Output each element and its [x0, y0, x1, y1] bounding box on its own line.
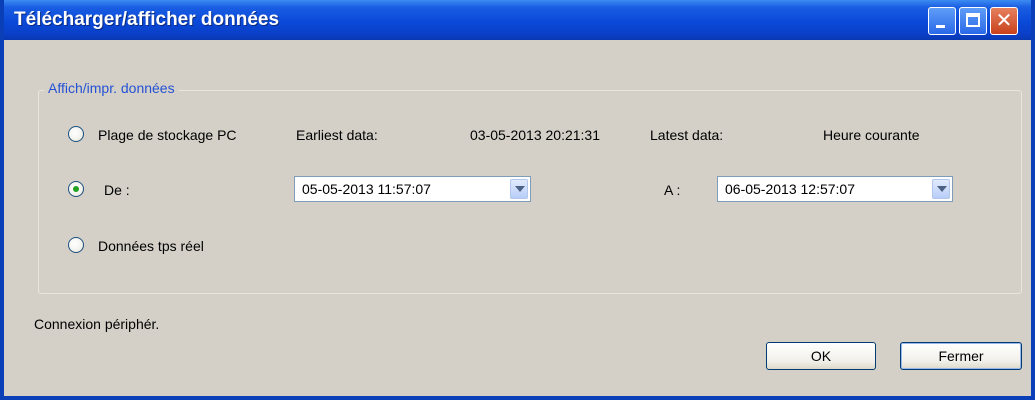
from-label[interactable]: De :: [104, 182, 130, 198]
minimize-button[interactable]: [928, 7, 956, 35]
chevron-down-icon: [515, 186, 525, 192]
close-button[interactable]: ✕: [990, 7, 1018, 35]
maximize-icon: [966, 13, 980, 27]
to-datetime-value: 06-05-2013 12:57:07: [725, 181, 855, 197]
chevron-down-icon: [937, 186, 947, 192]
ok-button[interactable]: OK: [766, 342, 876, 370]
to-combo-dropdown-button[interactable]: [932, 179, 950, 199]
minimize-icon: [936, 25, 945, 28]
latest-data-label: Latest data:: [650, 127, 724, 143]
from-datetime-combo[interactable]: 05-05-2013 11:57:07: [294, 176, 531, 202]
earliest-data-label: Earliest data:: [296, 127, 378, 143]
earliest-data-value: 03-05-2013 20:21:31: [470, 127, 600, 143]
close-icon: ✕: [995, 10, 1013, 32]
from-combo-dropdown-button[interactable]: [510, 179, 528, 199]
group-legend: Affich/impr. données: [44, 80, 179, 96]
fermer-button[interactable]: Fermer: [900, 342, 1022, 370]
maximize-button[interactable]: [959, 7, 987, 35]
storage-range-label[interactable]: Plage de stockage PC: [98, 127, 237, 143]
to-datetime-combo[interactable]: 06-05-2013 12:57:07: [717, 176, 953, 202]
latest-data-value: Heure courante: [823, 127, 920, 143]
status-text: Connexion périphér.: [34, 316, 160, 332]
radio-storage-range[interactable]: [68, 126, 84, 142]
radio-realtime[interactable]: [68, 237, 84, 253]
window-title: Télécharger/afficher données: [14, 9, 280, 30]
to-label: A :: [664, 182, 681, 198]
dialog-window: Télécharger/afficher données ✕ Affich/im…: [0, 0, 1035, 400]
from-datetime-value: 05-05-2013 11:57:07: [302, 181, 431, 197]
radio-from[interactable]: [68, 181, 84, 197]
title-bar[interactable]: Télécharger/afficher données ✕: [4, 0, 1031, 40]
realtime-label[interactable]: Données tps réel: [98, 238, 204, 254]
radio-selected-dot: [73, 186, 79, 192]
